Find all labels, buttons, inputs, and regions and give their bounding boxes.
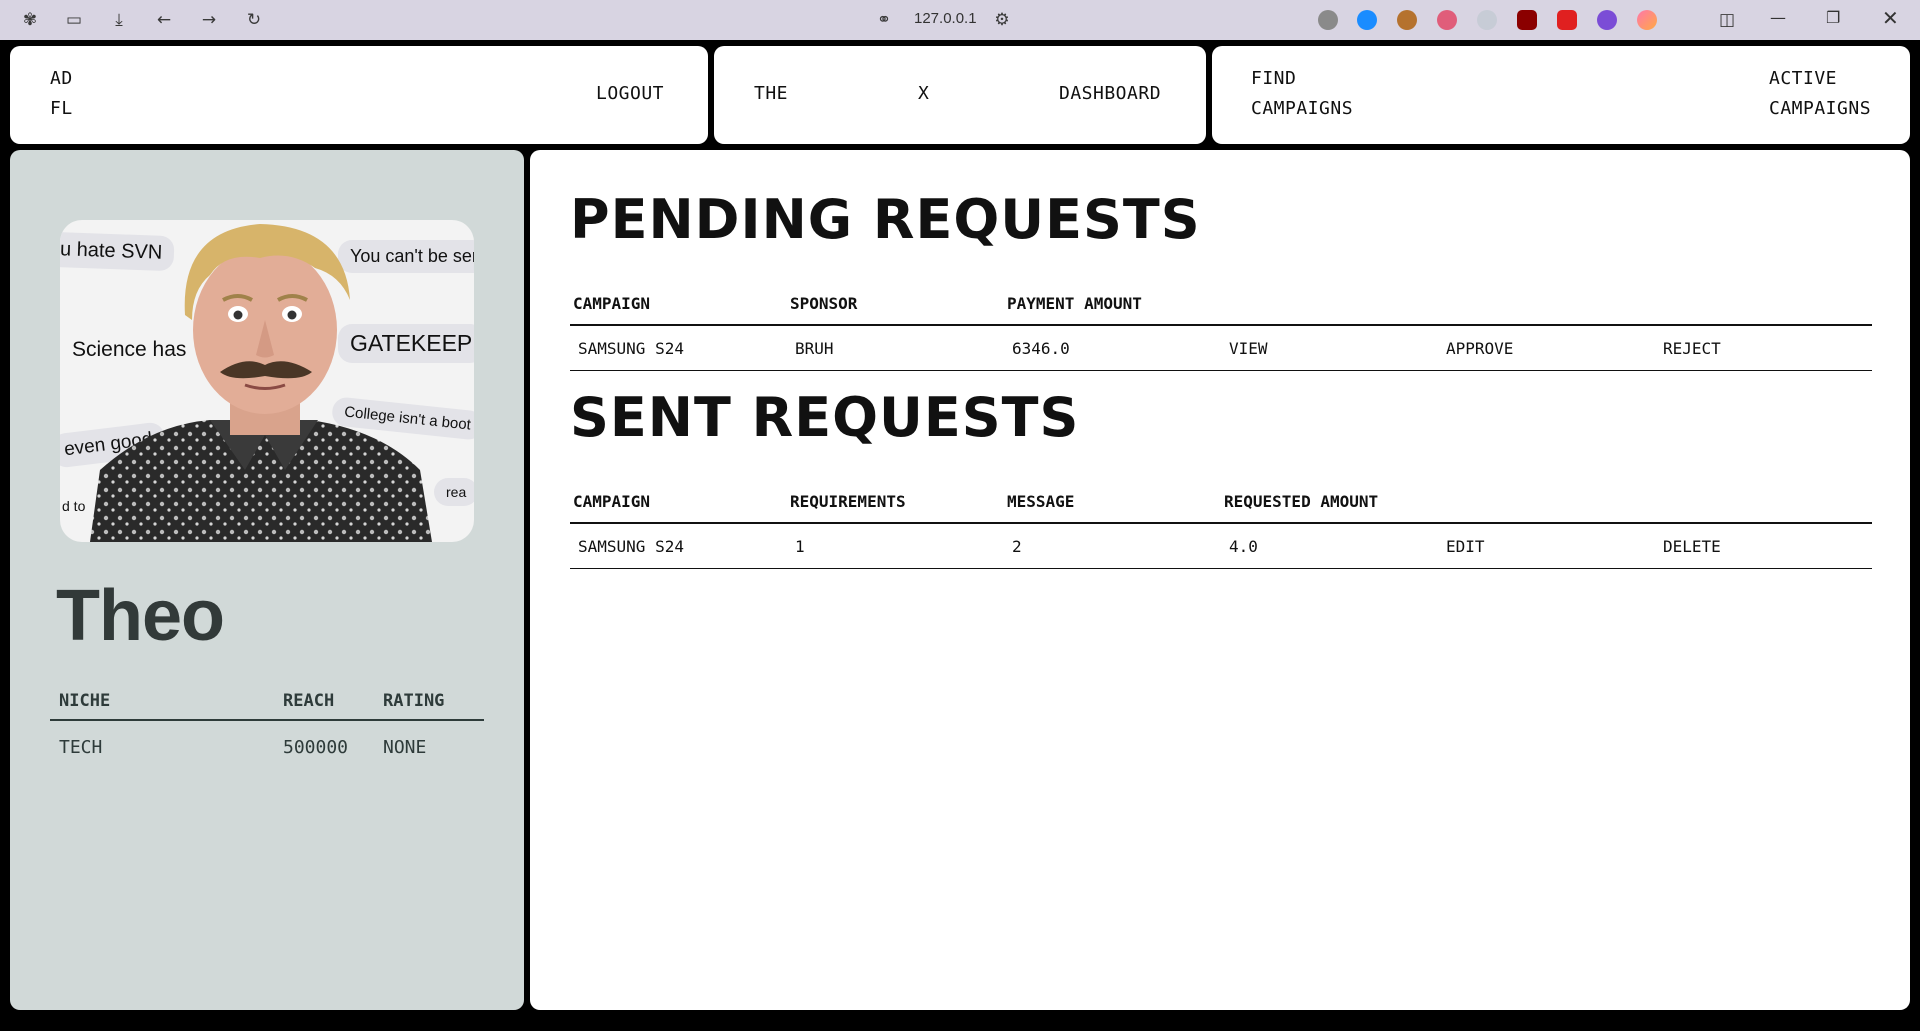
reach-value: 500000: [283, 736, 349, 758]
profile-name: Theo: [56, 576, 225, 656]
find-campaigns-line1[interactable]: FIND: [1251, 64, 1296, 94]
active-campaigns-line2[interactable]: CAMPAIGNS: [1769, 94, 1871, 124]
nav-x: X: [918, 83, 930, 104]
profile-stats-table: NICHE REACH RATING TECH 500000 NONE: [50, 687, 484, 773]
forward-icon[interactable]: →: [197, 8, 221, 32]
brand-line1: AD: [50, 68, 73, 89]
split-view-icon[interactable]: ◫: [1715, 8, 1739, 32]
pending-header-row: CAMPAIGN SPONSOR PAYMENT AMOUNT: [570, 282, 1872, 326]
payment-amount-header: PAYMENT AMOUNT: [1007, 293, 1142, 313]
active-campaigns-line1[interactable]: ACTIVE: [1769, 64, 1837, 94]
table-row: SAMSUNG S24 1 2 4.0 EDIT DELETE: [570, 524, 1872, 569]
sent-requests-table: CAMPAIGN REQUIREMENTS MESSAGE REQUESTED …: [570, 480, 1872, 569]
extension-ublock-icon[interactable]: [1517, 10, 1537, 30]
sidebar-toggle-icon[interactable]: ▭: [62, 8, 86, 32]
profile-sidebar: u hate SVN You can't be ser Science has …: [10, 150, 524, 1010]
restore-icon[interactable]: ❐: [1826, 8, 1840, 27]
edit-button[interactable]: EDIT: [1438, 537, 1655, 556]
logout-link[interactable]: LOGOUT: [596, 79, 664, 109]
browser-toolbar: ✾ ▭ ⤓ ← → ↻ ⚭ 127.0.0.1 ⚙ ◫ — ❐ ✕: [0, 0, 1920, 40]
campaign-cell: SAMSUNG S24: [578, 338, 684, 358]
reload-icon[interactable]: ↻: [242, 8, 266, 32]
back-icon[interactable]: ←: [152, 8, 176, 32]
view-button[interactable]: VIEW: [1221, 339, 1438, 358]
link-icon: ⚭: [876, 9, 892, 30]
download-icon[interactable]: ⤓: [107, 8, 131, 32]
stats-header-row: NICHE REACH RATING: [50, 687, 484, 721]
extension-shazam-icon[interactable]: [1357, 10, 1377, 30]
campaign-cell: SAMSUNG S24: [578, 536, 684, 556]
extension-bug-icon[interactable]: [1318, 10, 1338, 30]
extension-shield-icon[interactable]: [1477, 10, 1497, 30]
nav-left: AD FL LOGOUT: [10, 46, 708, 144]
requirements-header: REQUIREMENTS: [790, 491, 906, 511]
amount-cell: 6346.0: [1012, 338, 1070, 358]
extension-picker-icon[interactable]: [1637, 10, 1657, 30]
requests-panel: PENDING REQUESTS CAMPAIGN SPONSOR PAYMEN…: [530, 150, 1910, 1010]
profile-photo: u hate SVN You can't be ser Science has …: [60, 220, 474, 542]
extension-cookie-icon[interactable]: [1397, 10, 1417, 30]
niche-header: NICHE: [59, 691, 111, 711]
minimize-icon[interactable]: —: [1770, 8, 1786, 27]
extension-youtube-icon[interactable]: [1557, 10, 1577, 30]
extension-u-icon[interactable]: [1597, 10, 1617, 30]
delete-button[interactable]: DELETE: [1655, 537, 1872, 556]
sent-requests-title: SENT REQUESTS: [570, 386, 1080, 449]
reach-header: REACH: [283, 691, 335, 711]
person-portrait: [90, 224, 432, 542]
rating-header: RATING: [383, 691, 445, 711]
app-frame: AD FL LOGOUT THE X DASHBOARD FIND CAMPAI…: [0, 40, 1920, 1031]
pending-requests-title: PENDING REQUESTS: [570, 188, 1201, 251]
requirements-cell: 1: [795, 536, 805, 556]
nav-center: THE X DASHBOARD: [714, 46, 1206, 144]
sponsor-cell: BRUH: [795, 338, 834, 358]
reject-button[interactable]: REJECT: [1655, 339, 1872, 358]
nav-right: FIND CAMPAIGNS ACTIVE CAMPAIGNS: [1212, 46, 1910, 144]
sponsor-header: SPONSOR: [790, 293, 858, 313]
table-row: SAMSUNG S24 BRUH 6346.0 VIEW APPROVE REJ…: [570, 326, 1872, 371]
address-bar[interactable]: 127.0.0.1: [914, 10, 977, 27]
sent-header-row: CAMPAIGN REQUIREMENTS MESSAGE REQUESTED …: [570, 480, 1872, 524]
find-campaigns-line2[interactable]: CAMPAIGNS: [1251, 94, 1353, 124]
nav-the: THE: [754, 83, 789, 104]
message-header: MESSAGE: [1007, 491, 1075, 511]
amount-cell: 4.0: [1229, 536, 1258, 556]
extension-save-icon[interactable]: [1437, 10, 1457, 30]
message-cell: 2: [1012, 536, 1022, 556]
stats-row: TECH 500000 NONE: [50, 721, 484, 773]
rating-value: NONE: [383, 736, 427, 758]
browser-logo-icon[interactable]: ✾: [18, 8, 42, 32]
dashboard-link[interactable]: DASHBOARD: [1059, 79, 1161, 109]
approve-button[interactable]: APPROVE: [1438, 339, 1655, 358]
campaign-header: CAMPAIGN: [573, 491, 651, 511]
site-settings-icon[interactable]: ⚙: [990, 8, 1014, 32]
close-icon[interactable]: ✕: [1882, 6, 1899, 30]
campaign-header: CAMPAIGN: [573, 293, 651, 313]
pending-requests-table: CAMPAIGN SPONSOR PAYMENT AMOUNT SAMSUNG …: [570, 282, 1872, 371]
requested-amount-header: REQUESTED AMOUNT: [1224, 491, 1379, 511]
brand-line2: FL: [50, 98, 73, 119]
niche-value: TECH: [59, 736, 103, 758]
